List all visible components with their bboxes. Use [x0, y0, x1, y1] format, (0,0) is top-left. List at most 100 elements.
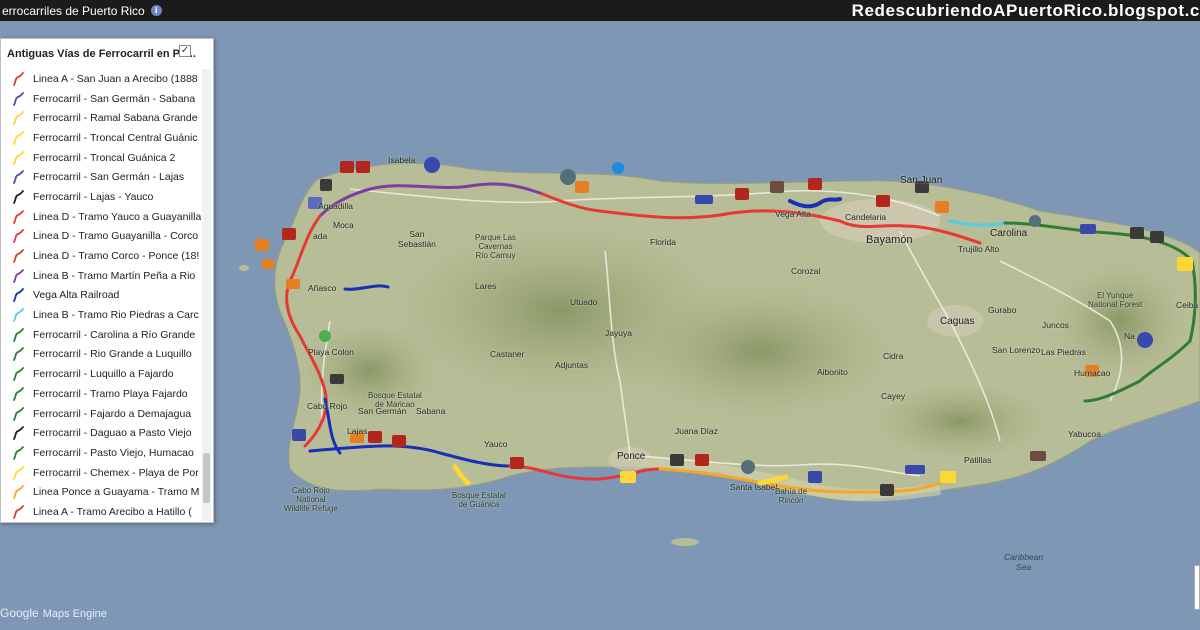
layer-item[interactable]: Ferrocarril - Luquillo a Fajardo — [1, 364, 201, 384]
station-marker[interactable] — [1137, 332, 1153, 348]
station-marker[interactable] — [292, 429, 306, 441]
station-marker[interactable] — [876, 195, 890, 207]
layer-item[interactable]: Linea B - Tramo Rio Piedras a Carc — [1, 305, 201, 325]
station-marker[interactable] — [286, 279, 300, 289]
route-line-icon — [13, 268, 24, 283]
map-label: Juana Díaz — [675, 426, 718, 436]
layer-item[interactable]: Linea D - Tramo Yauco a Guayanilla — [1, 207, 201, 227]
train-icon[interactable] — [330, 374, 344, 384]
layers-panel-header: Antiguas Vías de Ferrocarril en Pu... ✓ — [1, 39, 213, 69]
map-title-area: errocarriles de Puerto Rico i — [0, 4, 162, 18]
layer-item[interactable]: Ferrocarril - Troncal Guánica 2 — [1, 148, 201, 168]
station-marker[interactable] — [282, 228, 296, 240]
station-marker[interactable] — [356, 161, 370, 173]
park-label: Bosque Estatal de Maricao — [368, 391, 422, 409]
layer-item[interactable]: Linea Ponce a Guayama - Tramo M — [1, 482, 201, 502]
station-marker[interactable] — [1177, 257, 1193, 271]
route-line-icon — [13, 406, 24, 421]
station-marker[interactable] — [1029, 215, 1041, 227]
map-label: Gurabo — [988, 305, 1017, 315]
layer-group-checkbox[interactable]: ✓ — [179, 45, 191, 57]
station-marker[interactable] — [808, 471, 822, 483]
map-control-button[interactable] — [1194, 565, 1200, 610]
station-marker[interactable] — [695, 195, 713, 204]
layer-item[interactable]: Ferrocarril - Rio Grande a Luquillo — [1, 345, 201, 365]
layer-label: Ferrocarril - Fajardo a Demajagua — [33, 407, 192, 420]
station-marker[interactable] — [368, 431, 382, 443]
map-label: Playa Colon — [308, 347, 354, 357]
map-label: Trujillo Alto — [958, 244, 1000, 254]
layer-item[interactable]: Ferrocarril - Fajardo a Demajagua — [1, 404, 201, 424]
route-line-icon — [13, 485, 24, 500]
map-label: Cayey — [881, 391, 906, 401]
station-marker[interactable] — [735, 188, 749, 200]
route-line-icon — [13, 446, 24, 460]
station-marker[interactable] — [940, 471, 956, 483]
station-marker[interactable] — [424, 157, 440, 173]
map-label: Florida — [650, 237, 676, 247]
train-icon[interactable] — [1130, 227, 1144, 239]
station-marker[interactable] — [392, 435, 406, 447]
layer-item[interactable]: Ferrocarril - San Germán - Sabana — [1, 89, 201, 109]
layers-scrollbar[interactable] — [202, 69, 211, 521]
map-label: Juncos — [1042, 320, 1069, 330]
station-marker[interactable] — [575, 181, 589, 193]
scrollbar-thumb[interactable] — [203, 453, 210, 503]
station-marker[interactable] — [255, 239, 269, 251]
route-line-icon — [13, 327, 24, 342]
map-label: Humacao — [1074, 368, 1111, 378]
station-marker[interactable] — [510, 457, 524, 469]
top-bar: errocarriles de Puerto Rico i Redescubri… — [0, 0, 1200, 21]
train-icon[interactable] — [1150, 231, 1164, 243]
layer-item[interactable]: Ferrocarril - Pasto Viejo, Humacao — [1, 443, 201, 463]
layer-item[interactable]: Linea A - Tramo Arecibo a Hatillo ( — [1, 502, 201, 522]
station-marker[interactable] — [620, 471, 636, 483]
station-marker[interactable] — [770, 181, 784, 193]
station-marker[interactable] — [741, 460, 755, 474]
layer-item[interactable]: Vega Alta Railroad — [1, 286, 201, 306]
station-marker[interactable] — [808, 178, 822, 190]
layer-item[interactable]: Linea D - Tramo Corco - Ponce (18! — [1, 246, 201, 266]
train-icon[interactable] — [880, 484, 894, 496]
station-marker[interactable] — [319, 330, 331, 342]
map-label: Aibonito — [817, 367, 848, 377]
info-icon[interactable]: i — [150, 5, 162, 16]
map-label: Cabo Rojo — [307, 401, 348, 411]
station-marker[interactable] — [695, 454, 709, 466]
station-marker[interactable] — [262, 259, 274, 269]
layer-item[interactable]: Ferrocarril - Lajas - Yauco — [1, 187, 201, 207]
layer-item[interactable]: Linea D - Tramo Guayanilla - Corco — [1, 227, 201, 247]
layer-item[interactable]: Linea B - Tramo Martín Peña a Rio — [1, 266, 201, 286]
map-label: Jayuya — [605, 328, 632, 338]
station-marker[interactable] — [935, 201, 949, 213]
layer-item[interactable]: Ferrocarril - Troncal Central Guánic — [1, 128, 201, 148]
map-label: Utuado — [570, 297, 598, 307]
map-label: Aguadilla — [318, 201, 353, 211]
layer-item[interactable]: Ferrocarril - San Germán - Lajas — [1, 167, 201, 187]
layer-item[interactable]: Ferrocarril - Ramal Sabana Grande — [1, 108, 201, 128]
route-line-icon — [13, 386, 24, 401]
info-marker-icon[interactable] — [612, 162, 624, 174]
layer-item[interactable]: Ferrocarril - Tramo Playa Fajardo — [1, 384, 201, 404]
layer-item[interactable]: Ferrocarril - Chemex - Playa de Por — [1, 463, 201, 483]
station-marker[interactable] — [905, 465, 925, 474]
map-label: Patillas — [964, 455, 992, 465]
layer-item[interactable]: Linea A - San Juan a Arecibo (1888 — [1, 69, 201, 89]
station-marker[interactable] — [340, 161, 354, 173]
station-marker[interactable] — [1080, 224, 1096, 234]
route-line-icon — [13, 249, 24, 263]
station-marker[interactable] — [1030, 451, 1046, 461]
station-marker[interactable] — [560, 169, 576, 185]
layer-item[interactable]: Ferrocarril - Carolina a Río Grande — [1, 325, 201, 345]
train-icon[interactable] — [670, 454, 684, 466]
route-line-icon — [13, 209, 24, 224]
layer-group-title[interactable]: Antiguas Vías de Ferrocarril en Pu... — [7, 48, 196, 60]
layer-label: Ferrocarril - Rio Grande a Luquillo — [33, 348, 192, 361]
layer-label: Ferrocarril - Tramo Playa Fajardo — [33, 387, 188, 400]
map-label: San Sebastián — [398, 229, 436, 249]
map-label: Cidra — [883, 351, 904, 361]
layer-item[interactable]: Ferrocarril - Daguao a Pasto Viejo — [1, 423, 201, 443]
layer-label: Linea D - Tramo Corco - Ponce (18! — [33, 250, 200, 263]
train-icon[interactable] — [320, 179, 332, 191]
map-label: Isabela — [388, 155, 416, 165]
